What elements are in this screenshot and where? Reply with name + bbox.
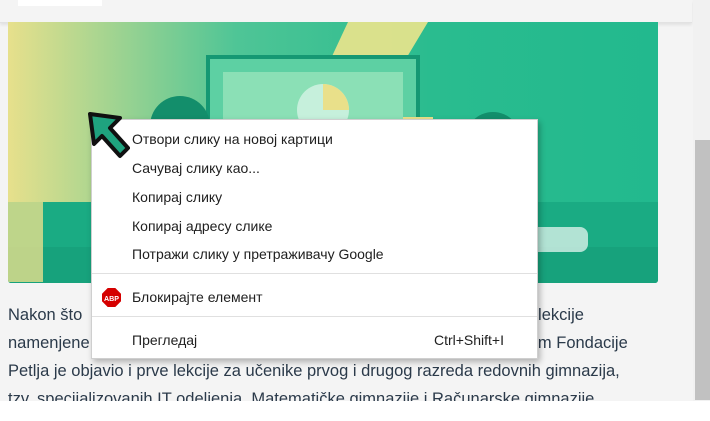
menu-item-label: Копирај слику xyxy=(132,189,223,205)
menu-separator xyxy=(92,273,537,274)
menu-save-image-as[interactable]: Сачувај слику као... xyxy=(92,154,537,182)
menu-copy-image[interactable]: Копирај слику xyxy=(92,183,537,211)
menu-item-label: Сачувај слику као... xyxy=(132,160,260,176)
svg-text:ABP: ABP xyxy=(104,295,119,303)
menu-item-label: Отвори слику на новој картици xyxy=(132,131,333,147)
menu-copy-image-address[interactable]: Копирај адресу слике xyxy=(92,212,537,240)
article-line-3: Petlja je objavio i prve lekcije za učen… xyxy=(8,362,620,380)
menu-item-label: Копирај адресу слике xyxy=(132,218,273,234)
menu-inspect[interactable]: Прегледај Ctrl+Shift+I xyxy=(92,326,537,354)
menu-separator xyxy=(92,316,537,317)
image-context-menu: Отвори слику на новој картици Сачувај сл… xyxy=(91,119,538,359)
menu-item-label: Потражи слику у претраживачу Google xyxy=(132,246,384,262)
mouse-cursor-arrow-icon xyxy=(88,112,130,158)
menu-shortcut: Ctrl+Shift+I xyxy=(433,332,504,348)
article-line-2-right: tim Fondacije xyxy=(529,334,628,352)
menu-item-label: Блокирајте елемент xyxy=(132,289,263,305)
article-line-2-left: namenjene xyxy=(8,334,90,352)
adblock-plus-icon: ABP xyxy=(102,288,121,307)
scrollbar-thumb[interactable] xyxy=(695,140,710,400)
menu-open-image-new-tab[interactable]: Отвори слику на новој картици xyxy=(92,125,537,153)
article-line-1-left: Nakon što xyxy=(8,306,83,324)
toolbar-tab-remnant xyxy=(18,0,102,6)
bottom-edge xyxy=(0,401,710,421)
menu-block-element[interactable]: ABP Блокирајте елемент xyxy=(92,283,537,311)
top-toolbar xyxy=(0,0,692,23)
menu-item-label: Прегледај xyxy=(132,332,198,348)
menu-search-image-google[interactable]: Потражи слику у претраживачу Google xyxy=(92,240,537,268)
